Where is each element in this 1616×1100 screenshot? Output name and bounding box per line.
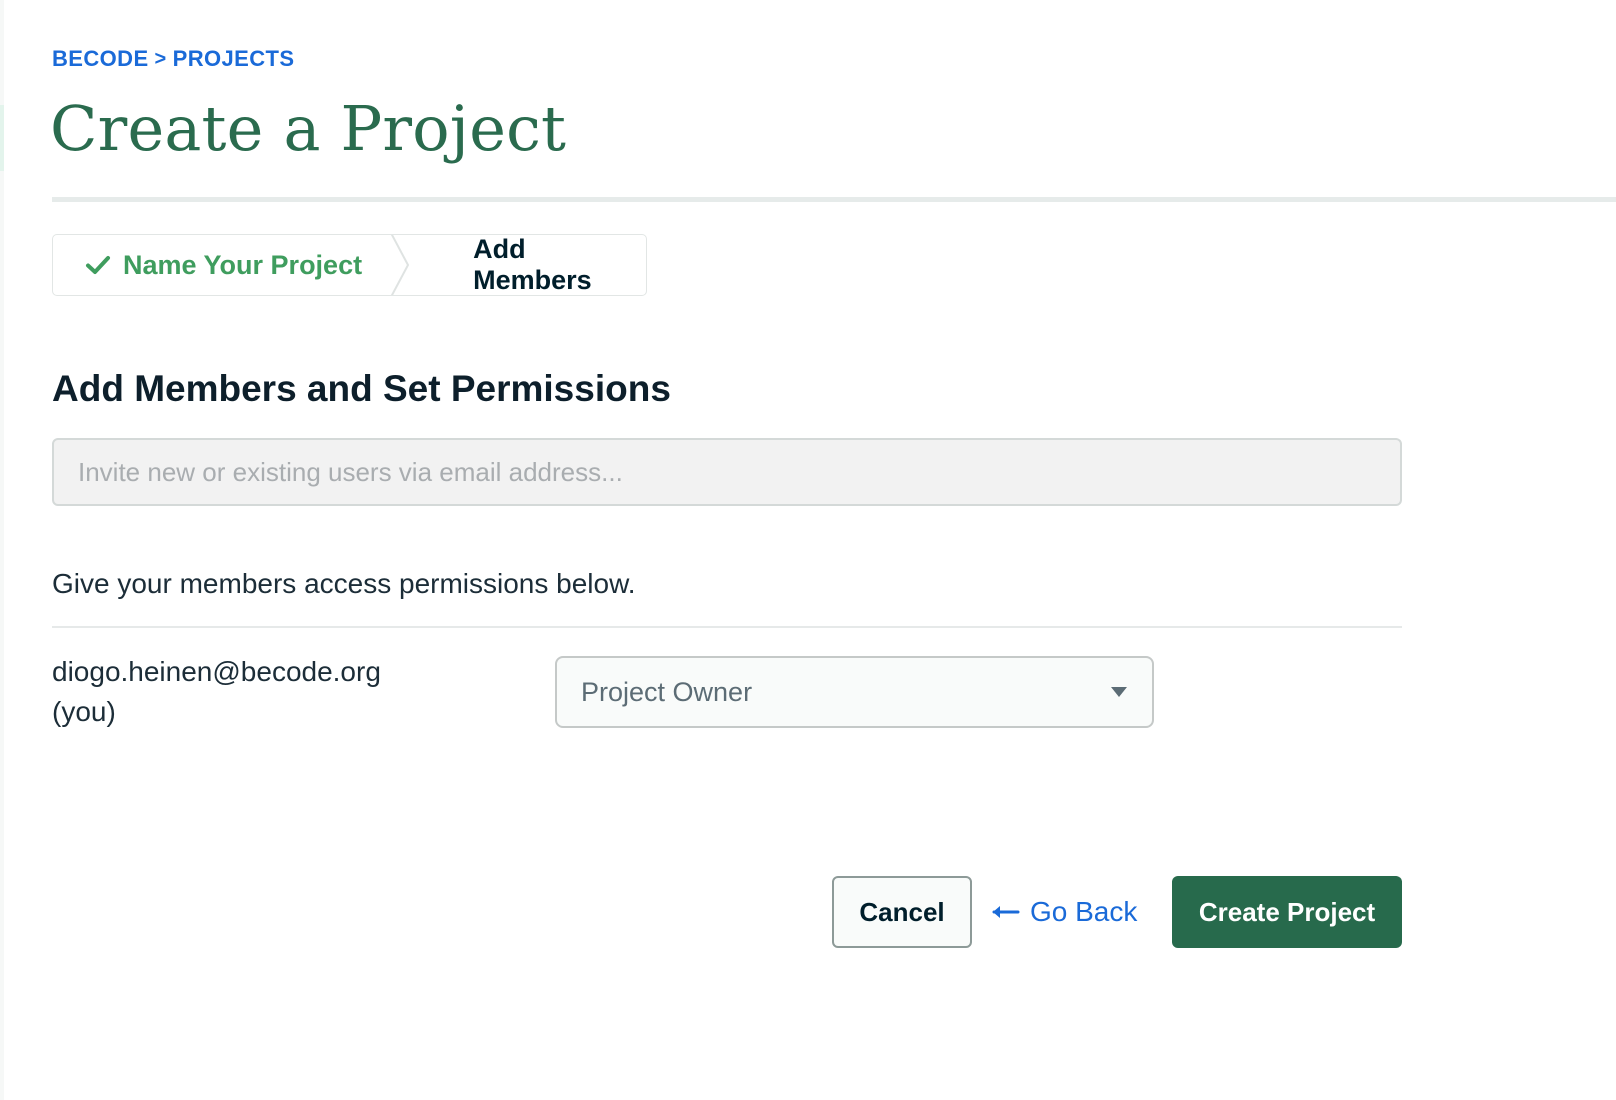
- title-divider: [52, 197, 1616, 202]
- caret-down-icon: [1110, 686, 1128, 698]
- step-label: Add Members: [473, 234, 592, 295]
- member-you-note: (you): [52, 696, 116, 727]
- arrow-left-icon: [990, 904, 1020, 920]
- member-role-select[interactable]: Project Owner: [555, 656, 1154, 728]
- go-back-label: Go Back: [1030, 896, 1138, 927]
- member-email: diogo.heinen@becode.org: [52, 656, 381, 687]
- go-back-link[interactable]: Go Back: [990, 876, 1137, 948]
- role-select-value: Project Owner: [581, 676, 753, 707]
- breadcrumb: BECODE > PROJECTS: [52, 46, 294, 72]
- section-heading: Add Members and Set Permissions: [52, 368, 671, 409]
- cancel-button[interactable]: Cancel: [832, 876, 972, 948]
- step-add-members: Add Members: [383, 235, 646, 295]
- breadcrumb-item-projects[interactable]: PROJECTS: [173, 46, 295, 72]
- page-title: Create a Project: [50, 92, 567, 165]
- check-icon: [85, 252, 111, 278]
- permissions-help-text: Give your members access permissions bel…: [52, 568, 636, 599]
- left-edge-strip: [0, 0, 4, 1100]
- step-label: Name Your Project: [123, 249, 363, 280]
- create-project-button[interactable]: Create Project: [1172, 876, 1402, 948]
- left-edge-accent: [0, 105, 4, 171]
- invite-email-input[interactable]: [52, 438, 1402, 506]
- step-name-your-project[interactable]: Name Your Project: [53, 235, 383, 295]
- breadcrumb-item-becode[interactable]: BECODE: [52, 46, 149, 72]
- breadcrumb-separator: >: [154, 47, 167, 70]
- member-row-email: diogo.heinen@becode.org (you): [52, 652, 472, 732]
- members-divider: [52, 626, 1402, 628]
- wizard-stepper: Name Your Project Add Members: [52, 234, 647, 296]
